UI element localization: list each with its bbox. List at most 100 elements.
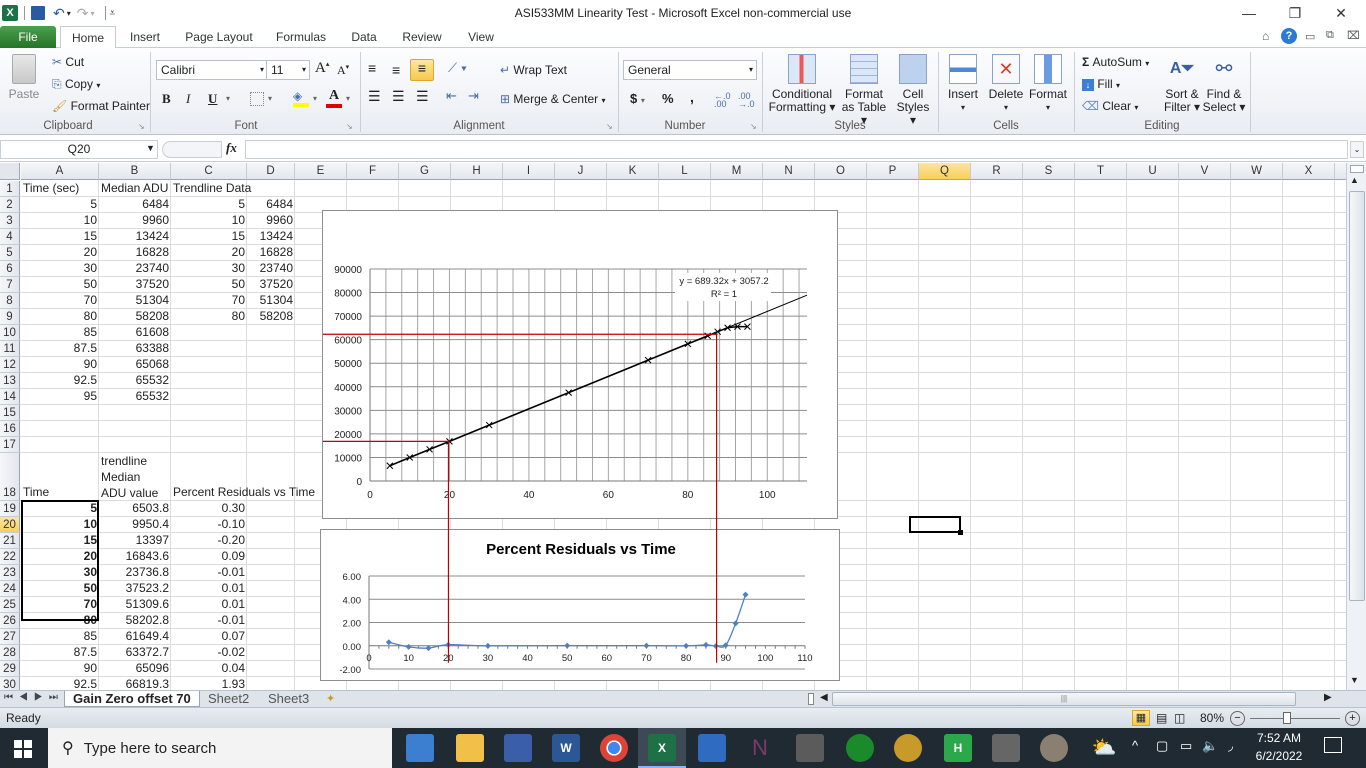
tab-split-handle[interactable]: [808, 693, 814, 705]
split-handle[interactable]: [1350, 165, 1364, 173]
orientation-icon[interactable]: ⟋ ▾: [448, 60, 467, 76]
insert-function-button[interactable]: fx: [226, 140, 237, 156]
tab-data[interactable]: Data: [344, 26, 384, 48]
insert-sheet-icon[interactable]: ✦: [326, 692, 335, 705]
worksheet-grid[interactable]: ABCDEFGHIJKLMNOPQRSTUVWXY 12345678910111…: [0, 163, 1346, 690]
clock-date[interactable]: 6/2/2022: [1250, 749, 1308, 763]
remote-desktop-icon[interactable]: [504, 734, 532, 762]
name-box-dropdown-icon[interactable]: ▼: [146, 143, 155, 153]
align-bottom-button[interactable]: ≡: [410, 59, 434, 81]
expand-formula-bar-button[interactable]: ⌄: [1350, 141, 1364, 158]
find-select-button[interactable]: ⚯ Find & Select ▾: [1202, 54, 1246, 114]
tab-file[interactable]: File: [0, 26, 56, 48]
planet-app-icon[interactable]: [1040, 734, 1068, 762]
align-left-icon[interactable]: ☰: [368, 88, 381, 105]
phd-guiding-icon[interactable]: [846, 734, 874, 762]
borders-icon[interactable]: [250, 92, 264, 106]
align-middle-icon[interactable]: ≡: [392, 62, 400, 78]
font-color-button[interactable]: A: [326, 88, 342, 108]
sort-filter-button[interactable]: A⏷ Sort & Filter ▾: [1160, 54, 1204, 114]
format-as-table-button[interactable]: Format as Table ▾: [838, 54, 890, 127]
delete-cells-button[interactable]: ✕ Delete ▾: [986, 54, 1026, 114]
workbook-minimize-icon[interactable]: ▭: [1305, 30, 1315, 43]
tab-insert[interactable]: Insert: [122, 26, 168, 48]
format-cells-button[interactable]: Format ▾: [1028, 54, 1068, 114]
percent-button[interactable]: %: [662, 91, 674, 106]
conditional-formatting-button[interactable]: Conditional Formatting ▾: [768, 54, 836, 114]
chrome-icon[interactable]: [600, 734, 628, 762]
autosum-button[interactable]: Σ AutoSum ▾: [1082, 55, 1149, 69]
nina-icon[interactable]: [894, 734, 922, 762]
word-icon[interactable]: W: [552, 734, 580, 762]
sheet-tab-sheet3[interactable]: Sheet3: [262, 691, 315, 707]
help-icon[interactable]: ?: [1281, 28, 1297, 44]
copy-button[interactable]: ⎘ Copy ▾: [52, 77, 100, 92]
comma-button[interactable]: ,: [690, 89, 694, 105]
scroll-left-icon[interactable]: ◀: [820, 692, 828, 703]
align-top-icon[interactable]: ≡: [368, 60, 376, 76]
zoom-in-button[interactable]: +: [1345, 711, 1360, 726]
tab-view[interactable]: View: [460, 26, 502, 48]
zoom-level[interactable]: 80%: [1200, 711, 1224, 725]
clock-time[interactable]: 7:52 AM: [1254, 731, 1304, 745]
scroll-down-icon[interactable]: ▼: [1350, 675, 1359, 685]
clipboard-launcher-icon[interactable]: ↘: [138, 122, 145, 131]
currency-button[interactable]: $ ▾: [630, 91, 645, 106]
format-painter-button[interactable]: 🖌 Format Painter: [52, 99, 150, 113]
close-button[interactable]: ✕: [1318, 0, 1364, 26]
number-launcher-icon[interactable]: ↘: [750, 122, 757, 131]
h-app-icon[interactable]: H: [944, 734, 972, 762]
taskbar-search-box[interactable]: ⚲ Type here to search: [48, 728, 392, 768]
meet-now-icon[interactable]: ▢: [1156, 738, 1168, 754]
taskbar-app-icon[interactable]: [406, 734, 434, 762]
merge-center-button[interactable]: ⊞ Merge & Center ▾: [500, 92, 605, 106]
font-size-select[interactable]: 11 ▾: [266, 60, 310, 80]
sheet-tab-gain-zero-offset-70[interactable]: Gain Zero offset 70: [64, 691, 200, 707]
restore-button[interactable]: ❐: [1272, 0, 1318, 26]
app-window-icon[interactable]: [698, 734, 726, 762]
camera-app-icon[interactable]: [796, 734, 824, 762]
clear-button[interactable]: ⌫ Clear ▾: [1082, 99, 1138, 113]
normal-view-button[interactable]: ▦: [1132, 710, 1150, 726]
sheet-tab-sheet2[interactable]: Sheet2: [202, 691, 255, 707]
fill-color-dropdown-icon[interactable]: ▾: [313, 94, 317, 103]
minimize-ribbon-icon[interactable]: ⌂: [1262, 29, 1269, 43]
battery-icon[interactable]: ▭: [1180, 738, 1192, 754]
workbook-close-icon[interactable]: ⌧: [1347, 29, 1360, 42]
name-box[interactable]: Q20: [0, 140, 158, 159]
shrink-font-button[interactable]: A▾: [337, 63, 349, 78]
tab-page-layout[interactable]: Page Layout: [180, 26, 258, 48]
vertical-scroll-thumb[interactable]: [1349, 191, 1365, 601]
zoom-slider[interactable]: [1250, 718, 1340, 719]
underline-dropdown-icon[interactable]: ▾: [226, 94, 230, 103]
vertical-scrollbar[interactable]: ▲ ▼: [1346, 163, 1366, 690]
font-launcher-icon[interactable]: ↘: [346, 122, 353, 131]
fill-color-button[interactable]: ◈: [293, 89, 309, 107]
zoom-out-button[interactable]: −: [1230, 711, 1245, 726]
align-right-icon[interactable]: ☰: [416, 88, 429, 105]
n-app-icon[interactable]: N: [746, 734, 774, 762]
sheet-nav-icons[interactable]: ⏮◀▶⏭: [4, 692, 64, 703]
underline-button[interactable]: U: [208, 91, 217, 107]
cut-button[interactable]: ✂ Cut: [52, 55, 84, 69]
alignment-launcher-icon[interactable]: ↘: [606, 122, 613, 131]
workbook-restore-icon[interactable]: ⧉: [1326, 29, 1334, 42]
number-format-select[interactable]: General ▾: [623, 60, 757, 80]
font-color-dropdown-icon[interactable]: ▾: [346, 94, 350, 103]
volume-icon[interactable]: 🔈: [1202, 738, 1218, 754]
wrap-text-button[interactable]: ↵ Wrap Text: [500, 63, 567, 77]
tab-review[interactable]: Review: [396, 26, 448, 48]
cell-styles-button[interactable]: Cell Styles ▾: [892, 54, 934, 127]
zoom-slider-thumb[interactable]: [1283, 712, 1291, 724]
horizontal-scroll-thumb[interactable]: |||: [832, 692, 1296, 706]
formula-input[interactable]: [245, 140, 1348, 159]
tab-home[interactable]: Home: [60, 26, 116, 49]
comet-app-icon[interactable]: [992, 734, 1020, 762]
increase-decimal-icon[interactable]: ←.0.00: [714, 92, 736, 109]
show-hidden-icons[interactable]: ^: [1132, 738, 1138, 753]
bold-button[interactable]: B: [162, 91, 171, 107]
page-layout-view-button[interactable]: ▤: [1156, 711, 1167, 725]
page-break-view-button[interactable]: ◫: [1174, 711, 1185, 725]
font-name-select[interactable]: Calibri ▾: [156, 60, 268, 80]
paste-button[interactable]: Paste: [8, 54, 40, 114]
